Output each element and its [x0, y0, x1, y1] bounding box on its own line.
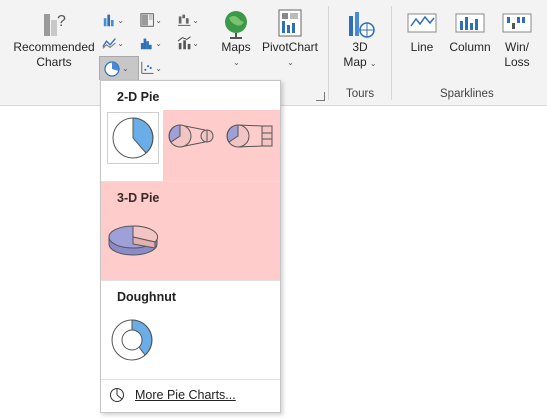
sparkline-column-button[interactable]: Column — [444, 6, 496, 55]
treemap-icon — [140, 13, 154, 27]
sparkline-column-label: Column — [449, 40, 491, 54]
section-title-2d-pie: 2-D Pie — [117, 90, 160, 104]
pivotchart-label: PivotChart — [261, 40, 319, 54]
maps-label: Maps — [221, 40, 251, 54]
column-chart-menu-button[interactable]: ⌄ — [102, 10, 124, 30]
line-chart-menu-button[interactable]: ⌄ — [102, 33, 124, 53]
pie-chart-icon — [104, 60, 120, 77]
scatter-chart-icon — [141, 61, 154, 74]
3d-map-label-2: Map ⌄ — [343, 55, 377, 69]
chevron-down-icon: ⌄ — [233, 58, 240, 67]
scatter-chart-menu-button[interactable]: ⌄ — [140, 58, 162, 78]
3d-map-icon — [349, 12, 375, 38]
sparkline-winloss-icon — [502, 13, 532, 33]
waterfall-chart-icon — [177, 14, 191, 26]
recommended-charts-label-2: Charts — [36, 55, 72, 69]
pivotchart-icon — [278, 9, 302, 37]
pie-chart-outline-icon — [110, 388, 124, 402]
section-divider — [101, 280, 280, 281]
recommended-charts-button[interactable]: ? Recommended Charts — [8, 6, 100, 70]
sparkline-winloss-button[interactable]: Win/ Loss — [498, 6, 536, 70]
chevron-down-icon: ⌄ — [287, 58, 294, 67]
chevron-down-icon: ⌄ — [367, 59, 377, 68]
sparkline-winloss-label-2: Loss — [504, 55, 530, 69]
combo-chart-icon — [177, 36, 191, 50]
hierarchy-chart-menu-button[interactable]: ⌄ — [140, 10, 162, 30]
chevron-down-icon: ⌄ — [192, 38, 199, 48]
combo-chart-menu-button[interactable]: ⌄ — [177, 33, 199, 53]
doughnut-icon — [111, 319, 153, 361]
more-pie-charts-item[interactable]: More Pie Charts... — [109, 387, 236, 403]
tours-group-label: Tours — [346, 88, 375, 100]
3d-map-label-1: 3D — [352, 40, 368, 54]
pie-of-pie-thumb[interactable] — [167, 121, 217, 154]
pie-icon — [112, 117, 154, 159]
dialog-launcher-icon[interactable] — [316, 92, 325, 101]
3d-map-button[interactable]: 3D Map ⌄ — [336, 6, 384, 71]
group-separator — [328, 6, 329, 100]
chevron-down-icon: ⌄ — [192, 15, 199, 25]
pivotchart-button[interactable]: PivotChart ⌄ — [258, 6, 322, 70]
section-title-doughnut: Doughnut — [117, 290, 177, 304]
sparkline-line-icon — [407, 13, 437, 33]
chevron-down-icon: ⌄ — [155, 15, 162, 25]
sparkline-column-icon — [455, 13, 485, 33]
chevron-down-icon: ⌄ — [155, 63, 162, 73]
pie-chart-menu-button[interactable]: ⌄ — [99, 56, 139, 80]
statistic-chart-menu-button[interactable]: ⌄ — [140, 33, 162, 53]
3d-pie-icon — [108, 225, 159, 256]
more-pie-charts-label: More Pie Charts... — [135, 388, 236, 402]
pie-chart-dropdown: 2-D Pie 3-D Pie Doughnut More Pie Charts… — [100, 80, 281, 413]
histogram-icon — [140, 38, 152, 50]
line-chart-icon — [102, 38, 116, 49]
recommended-charts-label-1: Recommended — [13, 40, 95, 54]
sparklines-group-label: Sparklines — [440, 88, 494, 100]
bar-of-pie-icon — [226, 124, 273, 148]
chevron-down-icon: ⌄ — [122, 64, 129, 73]
3d-pie-thumb[interactable] — [107, 219, 159, 266]
pie-of-pie-icon — [168, 124, 214, 148]
section-divider — [101, 379, 280, 380]
recommended-charts-icon: ? — [44, 13, 66, 36]
doughnut-thumb[interactable] — [107, 315, 157, 368]
section-title-3d-pie: 3-D Pie — [117, 191, 160, 205]
chevron-down-icon: ⌄ — [117, 38, 124, 48]
sparkline-winloss-label-1: Win/ — [505, 40, 529, 54]
maps-button[interactable]: Maps ⌄ — [214, 6, 258, 70]
column-chart-icon — [103, 14, 114, 27]
sparkline-line-button[interactable]: Line — [402, 6, 442, 55]
chevron-down-icon: ⌄ — [117, 15, 124, 25]
waterfall-chart-menu-button[interactable]: ⌄ — [177, 10, 199, 30]
globe-icon — [225, 11, 247, 39]
sparkline-line-label: Line — [410, 40, 434, 54]
group-separator — [391, 6, 392, 100]
chevron-down-icon: ⌄ — [155, 38, 162, 48]
bar-of-pie-thumb[interactable] — [225, 121, 275, 154]
svg-text:?: ? — [57, 13, 66, 30]
pie-chart-thumb[interactable] — [107, 112, 159, 164]
